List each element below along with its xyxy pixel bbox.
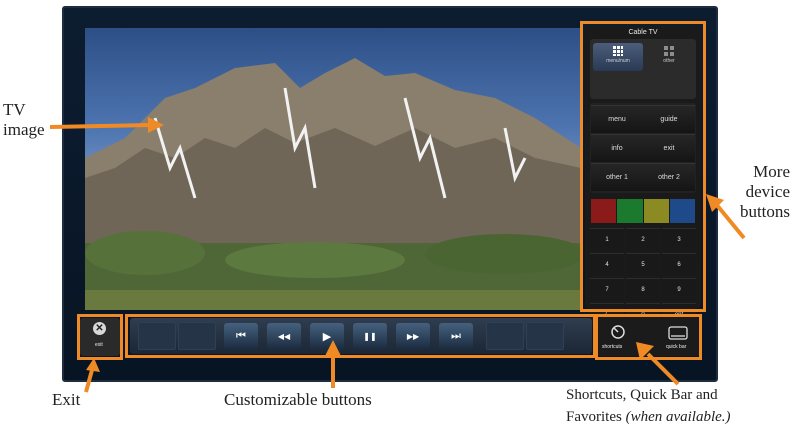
customizable-arrow	[325, 340, 341, 388]
annotation-line: More	[753, 162, 790, 181]
exit-highlight	[77, 314, 123, 360]
exit-arrow	[84, 358, 100, 393]
tv-image-annotation: TV image	[3, 100, 45, 140]
exit-annotation: Exit	[52, 390, 81, 409]
more-buttons-arrow	[706, 194, 746, 240]
shortcuts-annotation: Shortcuts, Quick Bar and Favorites (when…	[566, 384, 731, 428]
device-buttons-highlight	[580, 21, 706, 312]
annotation-line: TV	[3, 100, 26, 119]
tv-image	[85, 28, 581, 310]
mountain-landscape	[85, 58, 581, 310]
tv-image-arrow	[49, 117, 164, 133]
annotation-italic-text: (when available.)	[625, 409, 731, 425]
annotation-text: Favorites	[566, 409, 626, 425]
annotation-line: Favorites (when available.)	[566, 406, 731, 428]
annotation-line: image	[3, 120, 45, 139]
shortcuts-arrow	[636, 342, 680, 386]
customizable-annotation: Customizable buttons	[224, 390, 372, 409]
customizable-highlight	[125, 314, 596, 358]
